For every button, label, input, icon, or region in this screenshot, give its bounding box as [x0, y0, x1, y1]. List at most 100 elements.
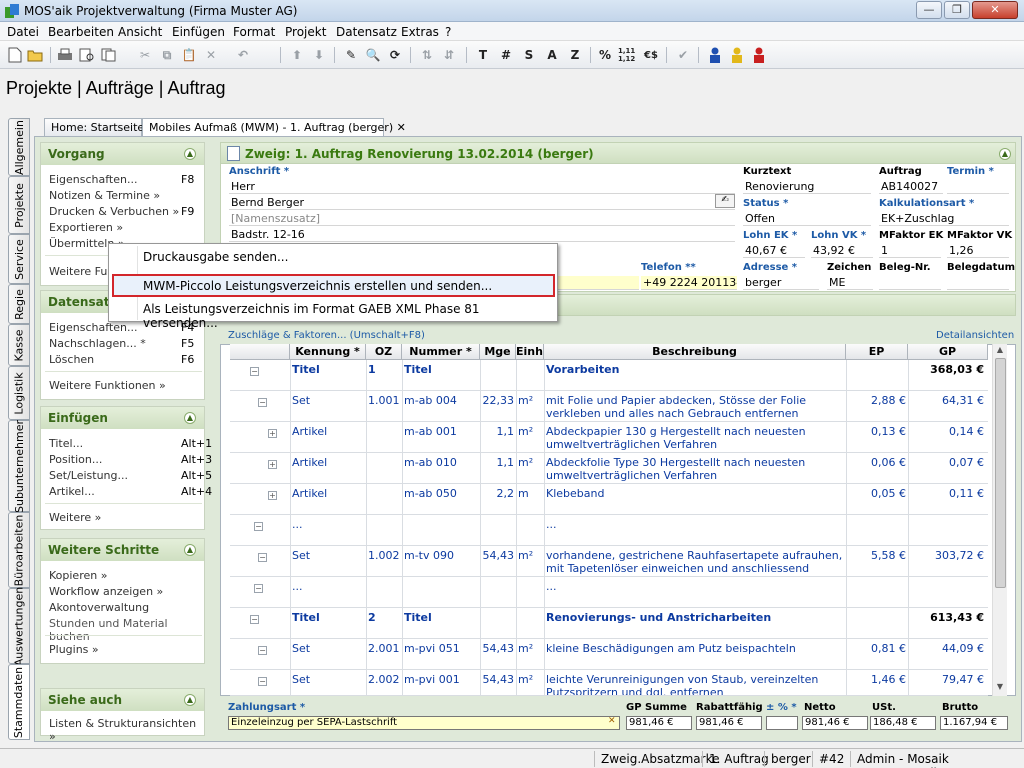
user-red-icon[interactable]	[750, 46, 768, 64]
find-icon[interactable]: 🔍	[364, 46, 382, 64]
auftrag-field[interactable]: AB140027	[879, 180, 943, 194]
weitere-akonto[interactable]: Akontoverwaltung	[49, 601, 149, 614]
mfaktor-vk-field[interactable]: 1,26	[947, 244, 1009, 258]
tree-toggle-icon[interactable]: −	[258, 553, 267, 562]
cell-beschr[interactable]: Klebeband	[546, 487, 844, 514]
col-oz[interactable]: OZ	[366, 344, 402, 360]
col-beschreibung[interactable]: Beschreibung	[544, 344, 846, 360]
cell-gp[interactable]: 303,72 €	[910, 549, 984, 576]
cell-nummer[interactable]: m-pvi 001	[404, 673, 478, 695]
cell-gp[interactable]: 79,47 €	[910, 673, 984, 695]
menu-druckausgabe-senden[interactable]: Druckausgabe senden...	[143, 250, 288, 264]
menu-format[interactable]: Format	[233, 25, 275, 39]
open-icon[interactable]	[26, 46, 44, 64]
scroll-up-icon[interactable]: ▲	[994, 345, 1006, 357]
collapse-icon[interactable]: ▲	[184, 148, 196, 160]
cut-icon[interactable]: ✂	[136, 46, 154, 64]
name-field[interactable]: Bernd Berger	[229, 196, 735, 210]
cell-mge[interactable]: 54,43	[482, 549, 515, 576]
cell-einh[interactable]: m²	[518, 549, 542, 576]
cell-oz[interactable]: 2.001	[368, 642, 400, 669]
anrede-field[interactable]: Herr	[229, 180, 735, 194]
belegdatum-field[interactable]	[947, 276, 1009, 290]
numbering-icon[interactable]: 1,11 1,12	[618, 46, 636, 64]
vorgang-notizen[interactable]: Notizen & Termine »	[49, 189, 160, 202]
cell-gp[interactable]: 64,31 €	[910, 394, 984, 421]
datensatz-loeschen[interactable]: Löschen F6	[49, 353, 194, 366]
close-button[interactable]: ✕	[972, 1, 1018, 19]
cell-oz[interactable]	[368, 456, 400, 483]
weitere-workflow[interactable]: Workflow anzeigen »	[49, 585, 163, 598]
tab-subunternehmer[interactable]: Subunternehmer	[8, 419, 30, 513]
plugins-link[interactable]: Plugins »	[49, 643, 99, 656]
type-zeit-icon[interactable]: Z	[566, 46, 584, 64]
zahlungsart-clear-icon[interactable]: ✕	[608, 716, 616, 726]
minimize-button[interactable]: —	[916, 1, 942, 19]
ust-field[interactable]: 186,48 €	[870, 716, 936, 730]
cell-beschr[interactable]: Renovierungs- und Anstricharbeiten	[546, 611, 844, 638]
cell-nummer[interactable]	[404, 580, 478, 607]
kalkulationsart-field[interactable]: EK+Zuschlag	[879, 212, 1009, 226]
type-artikel-icon[interactable]: A	[543, 46, 561, 64]
vorgang-eigenschaften[interactable]: Eigenschaften... F8	[49, 173, 194, 186]
cell-gp[interactable]: 368,03 €	[910, 363, 984, 390]
tab-logistik[interactable]: Logistik	[8, 366, 30, 420]
collapse-icon[interactable]: ▲	[999, 148, 1011, 160]
tree-toggle-icon[interactable]: −	[250, 615, 259, 624]
cell-ep[interactable]: 1,46 €	[848, 673, 906, 695]
adresse-field[interactable]: berger	[743, 276, 819, 290]
siehe-listen[interactable]: Listen & Strukturansichten »	[49, 717, 204, 743]
cell-kennung[interactable]: Artikel	[292, 487, 364, 514]
cell-mge[interactable]	[482, 611, 514, 638]
cell-nummer[interactable]: m-tv 090	[404, 549, 478, 576]
menu-extras[interactable]: Extras	[401, 25, 439, 39]
beleg-nr-field[interactable]	[879, 276, 941, 290]
cell-beschr[interactable]: kleine Beschädigungen am Putz beispachte…	[546, 642, 844, 669]
cell-gp[interactable]: 0,11 €	[910, 487, 984, 514]
tree-toggle-icon[interactable]: −	[254, 522, 263, 531]
strasse-field[interactable]: Badstr. 12-16	[229, 228, 735, 242]
cell-mge[interactable]: 1,1	[482, 456, 515, 483]
col-gp[interactable]: GP	[908, 344, 988, 360]
cell-mge[interactable]: 54,43	[482, 642, 515, 669]
prozent-field[interactable]	[766, 716, 798, 730]
tree-toggle-icon[interactable]: −	[250, 367, 259, 376]
cell-oz[interactable]	[368, 518, 400, 545]
tree-toggle-icon[interactable]: −	[258, 646, 267, 655]
refresh-icon[interactable]: ⟳	[386, 46, 404, 64]
cell-kennung[interactable]: Artikel	[292, 456, 364, 483]
cell-gp[interactable]: 44,09 €	[910, 642, 984, 669]
einfuegen-set[interactable]: Set/Leistung... Alt+5	[49, 469, 212, 482]
tree-toggle-icon[interactable]: −	[254, 584, 263, 593]
namenszusatz-field[interactable]: [Namenszusatz]	[229, 212, 735, 226]
lohn-ek-field[interactable]: 40,67 €	[743, 244, 805, 258]
tree-toggle-icon[interactable]: +	[268, 460, 277, 469]
netto-field[interactable]: 981,46 €	[802, 716, 868, 730]
tab-service[interactable]: Service	[8, 234, 30, 284]
collapse-icon[interactable]: ▲	[184, 412, 196, 424]
type-titel-icon[interactable]: T	[474, 46, 492, 64]
cell-kennung[interactable]: Set	[292, 642, 364, 669]
vorgang-drucken[interactable]: Drucken & Verbuchen » F9	[49, 205, 194, 218]
cell-gp[interactable]: 0,14 €	[910, 425, 984, 452]
sort-desc-icon[interactable]: ⇵	[440, 46, 458, 64]
cell-beschr[interactable]: ...	[546, 580, 844, 607]
cell-ep[interactable]: 5,58 €	[848, 549, 906, 576]
tab-allgemein[interactable]: Allgemein	[8, 118, 30, 176]
user-yellow-icon[interactable]	[728, 46, 746, 64]
cell-einh[interactable]: m	[518, 487, 542, 514]
cell-einh[interactable]	[518, 363, 542, 390]
cell-einh[interactable]: m²	[518, 394, 542, 421]
menu-projekt[interactable]: Projekt	[285, 25, 326, 39]
cell-nummer[interactable]: Titel	[404, 363, 478, 390]
menu-einfuegen[interactable]: Einfügen	[172, 25, 225, 39]
einfuegen-titel[interactable]: Titel... Alt+1	[49, 437, 212, 450]
cell-mge[interactable]: 22,33	[482, 394, 515, 421]
new-icon[interactable]	[6, 46, 24, 64]
scroll-down-icon[interactable]: ▼	[994, 682, 1006, 694]
cell-ep[interactable]	[848, 518, 906, 545]
type-position-icon[interactable]: #	[497, 46, 515, 64]
einfuegen-weitere[interactable]: Weitere »	[49, 511, 101, 524]
col-nummer[interactable]: Nummer *	[402, 344, 480, 360]
user-blue-icon[interactable]	[706, 46, 724, 64]
